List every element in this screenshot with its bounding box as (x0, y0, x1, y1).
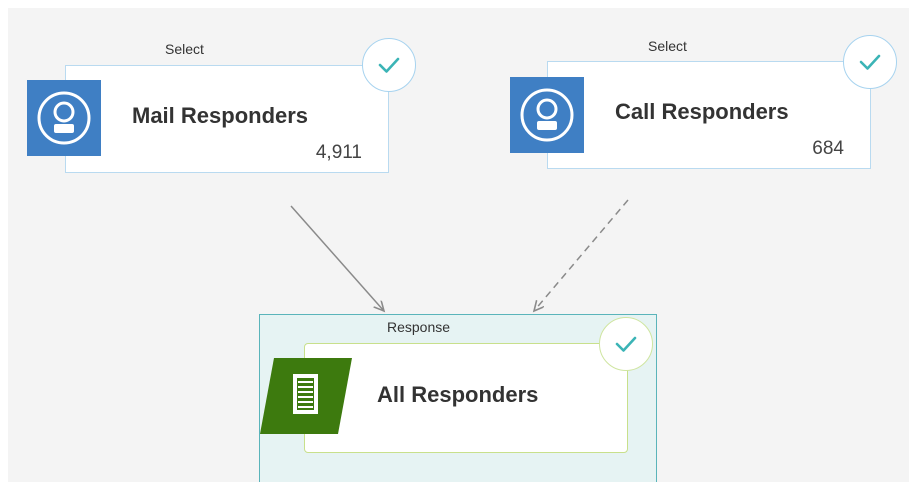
node-card[interactable]: Mail Responders 4,911 (65, 65, 389, 173)
workflow-canvas[interactable]: Select Mail Responders 4,911 Select Call… (8, 8, 909, 482)
person-icon (27, 80, 101, 156)
node-title: Mail Responders (132, 103, 309, 128)
status-complete-icon (843, 35, 897, 89)
connector-mail-to-all[interactable] (290, 205, 384, 311)
node-type-label: Response (387, 319, 451, 335)
connector-call-to-all[interactable] (534, 199, 629, 311)
status-complete-icon (362, 38, 416, 92)
node-type-label: Select (648, 38, 687, 54)
node-card[interactable]: All Responders (304, 343, 628, 453)
node-all-responders[interactable]: Response All Responders (259, 314, 657, 482)
node-type-label: Select (165, 41, 204, 57)
node-count: 684 (812, 138, 844, 159)
node-count: 4,911 (315, 142, 362, 163)
status-complete-icon (599, 317, 653, 371)
document-icon (260, 358, 352, 434)
person-icon (510, 77, 584, 153)
node-card[interactable]: Call Responders 684 (547, 61, 871, 169)
node-title: All Responders (377, 382, 539, 407)
node-title: Call Responders (615, 99, 789, 124)
